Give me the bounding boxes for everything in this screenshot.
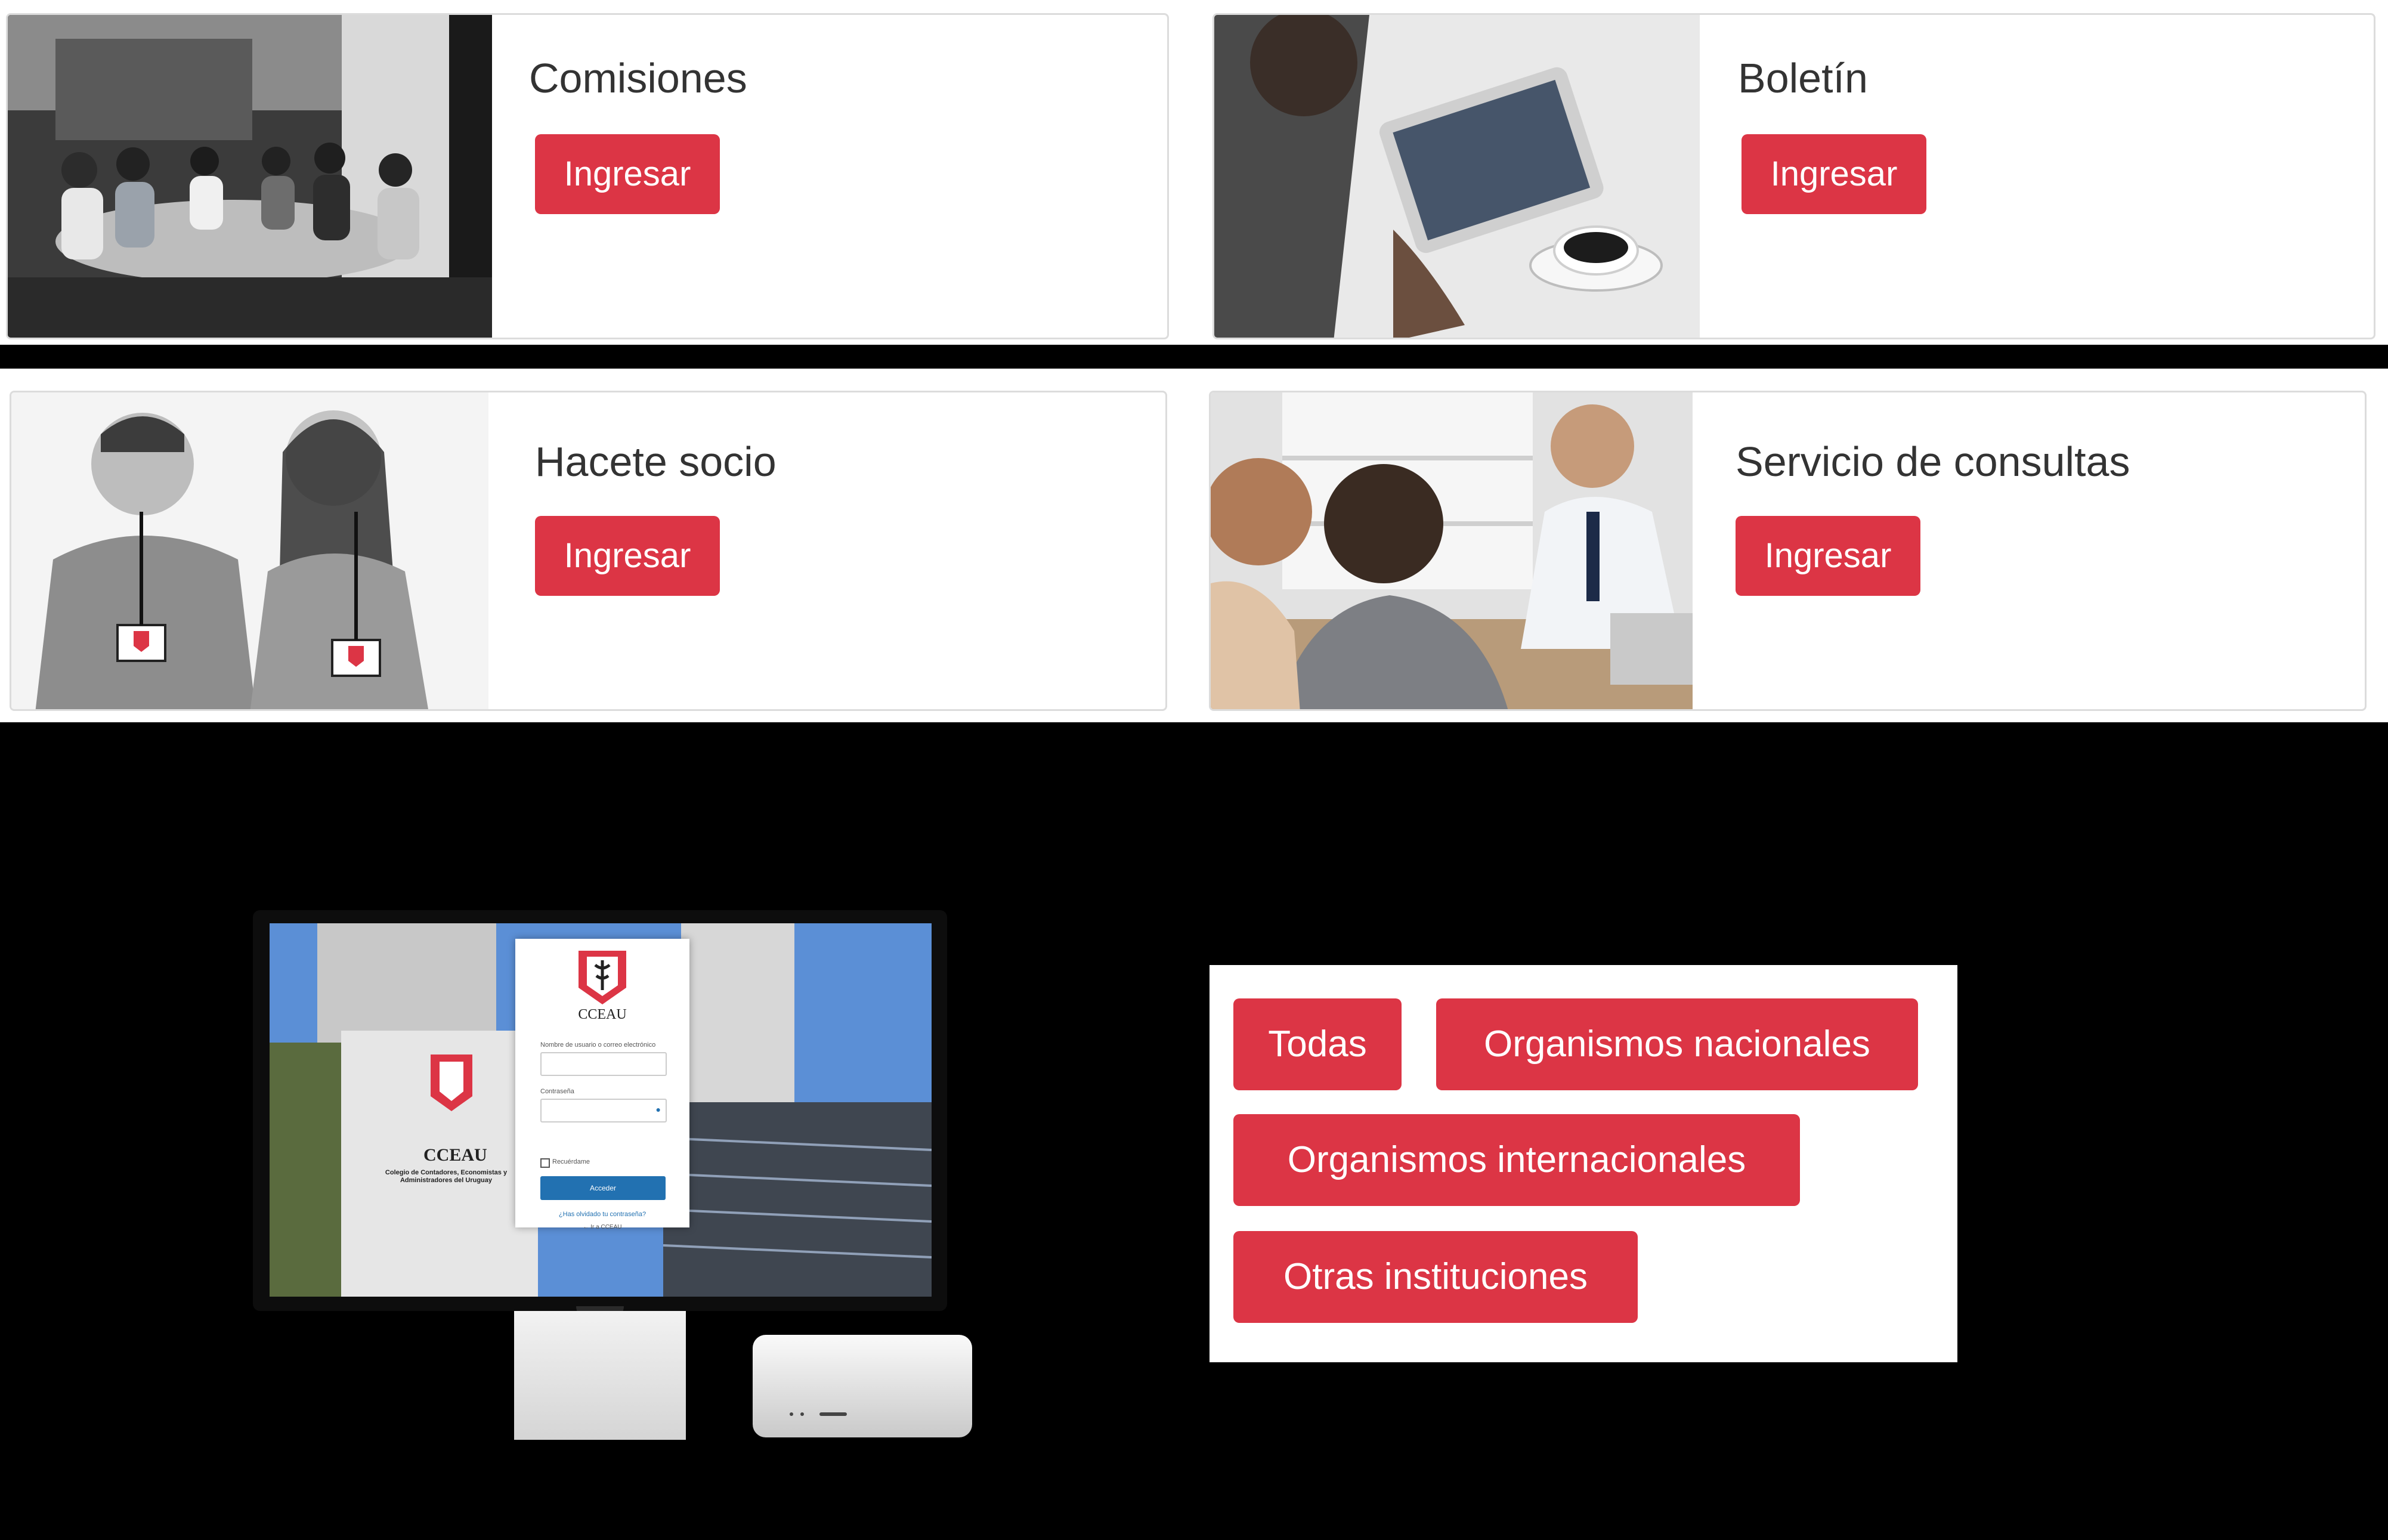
login-brand: CCEAU [578, 1007, 627, 1022]
card-title: Hacete socio [535, 438, 777, 485]
consultation-photo [1211, 392, 1693, 709]
lost-password-link[interactable]: ¿Has olvidado tu contraseña? [515, 1211, 689, 1218]
ingresar-button[interactable]: Ingresar [1741, 134, 1926, 214]
ingresar-button[interactable]: Ingresar [1736, 516, 1920, 596]
login-submit-button[interactable]: Acceder [540, 1176, 666, 1200]
card-title: Servicio de consultas [1736, 438, 2130, 485]
monitor-screen: CCEAU Colegio de Contadores, Economistas… [270, 923, 932, 1297]
filter-organismos-nacionales[interactable]: Organismos nacionales [1436, 998, 1918, 1090]
filter-todas[interactable]: Todas [1233, 998, 1402, 1090]
card-hacete-socio: Hacete socio Ingresar [10, 391, 1167, 711]
members-photo [11, 392, 488, 709]
cceau-logo-icon [579, 951, 626, 1004]
remember-checkbox[interactable] [540, 1158, 550, 1168]
eye-icon[interactable]: ● [656, 1106, 661, 1115]
mini-pc [753, 1335, 972, 1437]
card-boletin: Boletín Ingresar [1212, 13, 2375, 339]
username-label: Nombre de usuario o correo electrónico [540, 1041, 656, 1049]
meeting-room-photo [8, 15, 492, 338]
remember-label: Recuérdame [552, 1158, 590, 1165]
monitor-stand [514, 1311, 686, 1440]
filter-otras-instituciones[interactable]: Otras instituciones [1233, 1231, 1638, 1323]
password-input[interactable]: ● [540, 1099, 667, 1122]
ingresar-button[interactable]: Ingresar [535, 134, 720, 214]
card-title: Boletín [1738, 55, 1868, 101]
login-form: CCEAU Nombre de usuario o correo electró… [515, 939, 689, 1230]
back-to-site-link[interactable]: ← Ir a CCEAU [515, 1224, 689, 1230]
ingresar-button[interactable]: Ingresar [535, 516, 720, 596]
port-icon [800, 1412, 804, 1416]
monitor-mockup: CCEAU Colegio de Contadores, Economistas… [253, 910, 947, 1311]
building-caption: Colegio de Contadores, Economistas y Adm… [385, 1169, 508, 1184]
password-label: Contraseña [540, 1088, 574, 1095]
tablet-coffee-photo [1214, 15, 1700, 338]
card-comisiones: Comisiones Ingresar [6, 13, 1169, 339]
card-title: Comisiones [529, 55, 747, 101]
card-servicio-consultas: Servicio de consultas Ingresar [1209, 391, 2367, 711]
port-icon [790, 1412, 793, 1416]
username-input[interactable] [540, 1052, 667, 1076]
building-sign: CCEAU [423, 1145, 487, 1165]
card-slot-icon [819, 1412, 847, 1416]
filter-panel: Todas Organismos nacionales Organismos i… [1210, 965, 1957, 1362]
filter-organismos-internacionales[interactable]: Organismos internacionales [1233, 1114, 1800, 1206]
